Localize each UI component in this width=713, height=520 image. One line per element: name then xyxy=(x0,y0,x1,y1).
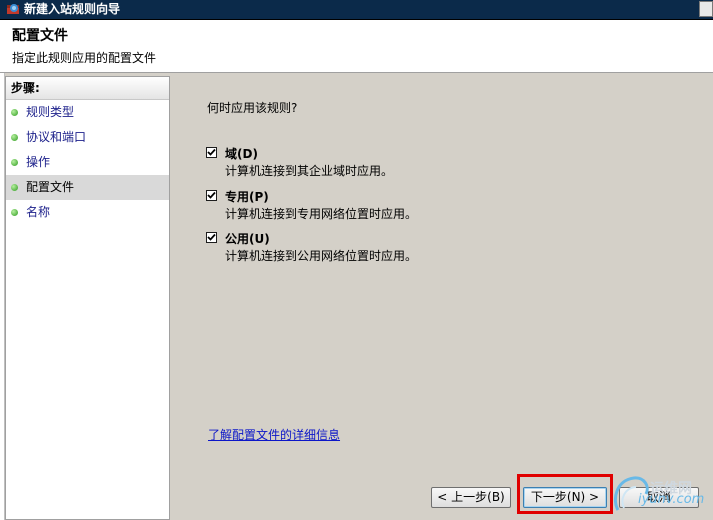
step-protocol-port[interactable]: 协议和端口 xyxy=(6,125,169,150)
checkmark-icon xyxy=(207,233,216,241)
step-bullet-icon xyxy=(11,159,18,166)
domain-description: 计算机连接到其企业域时应用。 xyxy=(225,164,394,178)
watermark-url: iyunv.com xyxy=(638,492,705,507)
step-action[interactable]: 操作 xyxy=(6,150,169,175)
step-label: 操作 xyxy=(26,155,51,169)
step-bullet-icon xyxy=(11,184,18,191)
title-bar: 新建入站规则向导 xyxy=(0,0,713,20)
wizard-header: 配置文件 指定此规则应用的配置文件 xyxy=(0,20,713,73)
step-bullet-icon xyxy=(11,109,18,116)
back-button[interactable]: < 上一步(B) xyxy=(431,487,511,508)
question-text: 何时应用该规则? xyxy=(207,101,298,115)
next-highlight-box xyxy=(517,474,613,514)
watermark: 运维网 iyunv.com xyxy=(610,470,713,520)
content-panel: 何时应用该规则? 域(D) 计算机连接到其企业域时应用。 专用(P) 计算机连接… xyxy=(172,73,713,520)
step-label: 协议和端口 xyxy=(26,130,87,144)
domain-label[interactable]: 域(D) xyxy=(225,145,258,162)
page-title: 配置文件 xyxy=(12,28,68,44)
steps-panel: 步骤: 规则类型 协议和端口 操作 配置文件 名称 xyxy=(5,76,170,520)
checkmark-icon xyxy=(207,148,216,156)
step-bullet-icon xyxy=(11,134,18,141)
window-title: 新建入站规则向导 xyxy=(24,2,121,16)
private-label[interactable]: 专用(P) xyxy=(225,188,269,205)
page-subtitle: 指定此规则应用的配置文件 xyxy=(12,51,157,65)
step-name[interactable]: 名称 xyxy=(6,200,169,225)
firewall-icon xyxy=(6,2,20,16)
private-description: 计算机连接到专用网络位置时应用。 xyxy=(225,207,418,221)
private-checkbox[interactable] xyxy=(206,190,217,201)
learn-more-link[interactable]: 了解配置文件的详细信息 xyxy=(208,426,340,443)
steps-heading: 步骤: xyxy=(6,77,169,100)
public-label[interactable]: 公用(U) xyxy=(225,230,270,247)
step-label: 配置文件 xyxy=(26,180,75,194)
step-label: 名称 xyxy=(26,205,51,219)
public-description: 计算机连接到公用网络位置时应用。 xyxy=(225,249,418,263)
checkmark-icon xyxy=(207,191,216,199)
step-label: 规则类型 xyxy=(26,105,75,119)
domain-checkbox[interactable] xyxy=(206,147,217,158)
step-bullet-icon xyxy=(11,209,18,216)
step-profile[interactable]: 配置文件 xyxy=(6,175,169,200)
public-checkbox[interactable] xyxy=(206,232,217,243)
step-rule-type[interactable]: 规则类型 xyxy=(6,100,169,125)
close-button[interactable] xyxy=(699,1,713,17)
